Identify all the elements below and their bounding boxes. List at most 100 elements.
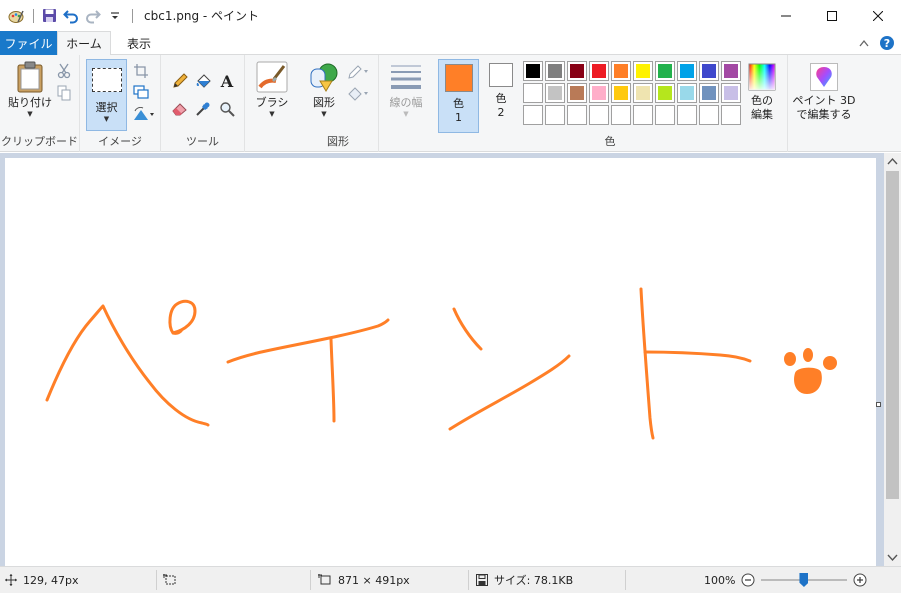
maximize-button[interactable] [809, 0, 855, 31]
quick-access-toolbar [0, 0, 138, 31]
tab-home[interactable]: ホーム [57, 31, 111, 56]
save-icon[interactable] [39, 6, 59, 26]
palette-empty-swatch[interactable] [589, 105, 609, 125]
color-palette [523, 61, 741, 125]
fill-icon[interactable] [346, 85, 372, 103]
zoom-in-icon[interactable] [853, 573, 867, 587]
palette-color-swatch[interactable] [589, 83, 609, 103]
customize-qat-icon[interactable] [105, 6, 125, 26]
swatch-fill [570, 86, 584, 100]
scroll-down-icon[interactable] [884, 550, 901, 564]
swatch-fill [570, 108, 584, 122]
zoom-out-icon[interactable] [741, 573, 755, 587]
swatch-fill [592, 108, 606, 122]
cut-icon[interactable] [55, 62, 73, 80]
swatch-fill [658, 108, 672, 122]
palette-empty-swatch[interactable] [633, 105, 653, 125]
color1-button[interactable]: 色 1 [438, 59, 479, 133]
palette-color-swatch[interactable] [699, 61, 719, 81]
palette-color-swatch[interactable] [633, 61, 653, 81]
palette-color-swatch[interactable] [611, 83, 631, 103]
crop-icon[interactable] [132, 62, 150, 80]
vertical-scroll-thumb[interactable] [886, 171, 899, 499]
collapse-ribbon-icon[interactable] [859, 39, 869, 47]
outline-icon[interactable] [346, 63, 372, 81]
canvas-resize-handle[interactable] [876, 402, 881, 407]
palette-color-swatch[interactable] [545, 61, 565, 81]
palette-color-swatch[interactable] [721, 61, 741, 81]
brushes-button[interactable]: ブラシ ▼ [252, 61, 292, 118]
zoom-slider[interactable] [761, 573, 848, 587]
zoom-slider-thumb[interactable] [799, 573, 809, 587]
palette-empty-swatch[interactable] [523, 105, 543, 125]
swatch-fill [636, 86, 650, 100]
palette-empty-swatch[interactable] [677, 105, 697, 125]
zoom-level: 100% [704, 573, 736, 587]
rotate-icon[interactable] [132, 105, 156, 123]
scroll-up-icon[interactable] [884, 155, 901, 169]
palette-color-swatch[interactable] [655, 83, 675, 103]
paste-button[interactable]: 貼り付け ▼ [7, 61, 53, 118]
palette-color-swatch[interactable] [721, 83, 741, 103]
undo-icon[interactable] [61, 6, 81, 26]
resize-icon[interactable] [132, 83, 150, 101]
color1-label: 色 [453, 97, 464, 110]
palette-color-swatch[interactable] [567, 61, 587, 81]
file-size-text: サイズ: 78.1KB [494, 574, 574, 587]
palette-empty-swatch[interactable] [721, 105, 741, 125]
katakana-n-stroke-2 [448, 354, 571, 431]
palette-color-swatch[interactable] [633, 83, 653, 103]
text-tool-icon[interactable]: A [218, 72, 236, 90]
palette-color-swatch[interactable] [567, 83, 587, 103]
tab-view[interactable]: 表示 [113, 31, 165, 55]
paint-app-icon[interactable] [6, 6, 26, 26]
edit-with-paint3d-button[interactable]: ペイント 3D で編集する [791, 63, 857, 122]
help-icon[interactable]: ? [879, 35, 895, 51]
paw-mark [784, 348, 837, 394]
palette-empty-swatch[interactable] [545, 105, 565, 125]
image-group-label: イメージ [98, 135, 142, 148]
palette-color-swatch[interactable] [677, 61, 697, 81]
palette-empty-swatch[interactable] [567, 105, 587, 125]
minimize-icon [781, 15, 791, 16]
palette-color-swatch[interactable] [677, 83, 697, 103]
color-picker-icon[interactable] [194, 100, 212, 118]
copy-icon[interactable] [55, 84, 73, 102]
palette-empty-swatch[interactable] [611, 105, 631, 125]
select-button[interactable]: 選択 ▼ [86, 59, 127, 131]
colors-group: 色 1 色 2 色の 編集 色 [433, 55, 788, 152]
palette-color-swatch[interactable] [655, 61, 675, 81]
redo-icon[interactable] [83, 6, 103, 26]
chevron-down-icon: ▼ [269, 110, 275, 118]
tab-file[interactable]: ファイル [0, 31, 57, 55]
clipboard-group-label: クリップボード [1, 135, 78, 148]
shapes-button[interactable]: 図形 ▼ [302, 61, 346, 118]
swatch-fill [724, 64, 738, 78]
palette-color-swatch[interactable] [589, 61, 609, 81]
edit-colors-button[interactable]: 色の 編集 [744, 63, 780, 122]
color2-button[interactable]: 色 2 [483, 59, 519, 133]
magnifier-icon[interactable] [218, 100, 236, 118]
swatch-fill [724, 108, 738, 122]
minimize-button[interactable] [763, 0, 809, 31]
eraser-icon[interactable] [171, 100, 189, 118]
palette-color-swatch[interactable] [611, 61, 631, 81]
edit-colors-label-1: 色の [751, 94, 773, 107]
ribbon-tabs: ファイル ホーム 表示 ? [0, 31, 901, 56]
close-button[interactable] [855, 0, 901, 31]
palette-empty-swatch[interactable] [699, 105, 719, 125]
vertical-scrollbar[interactable] [884, 153, 901, 566]
swatch-fill [592, 86, 606, 100]
pencil-icon[interactable] [171, 72, 189, 90]
chevron-down-icon: ▼ [103, 115, 110, 123]
size-button[interactable]: 線の幅 ▼ [384, 61, 428, 118]
swatch-fill [680, 108, 694, 122]
palette-empty-swatch[interactable] [655, 105, 675, 125]
palette-color-swatch[interactable] [523, 83, 543, 103]
palette-color-swatch[interactable] [545, 83, 565, 103]
palette-color-swatch[interactable] [523, 61, 543, 81]
palette-color-swatch[interactable] [699, 83, 719, 103]
swatch-fill [680, 64, 694, 78]
fill-bucket-icon[interactable] [194, 72, 212, 90]
drawing-canvas[interactable] [5, 158, 876, 566]
